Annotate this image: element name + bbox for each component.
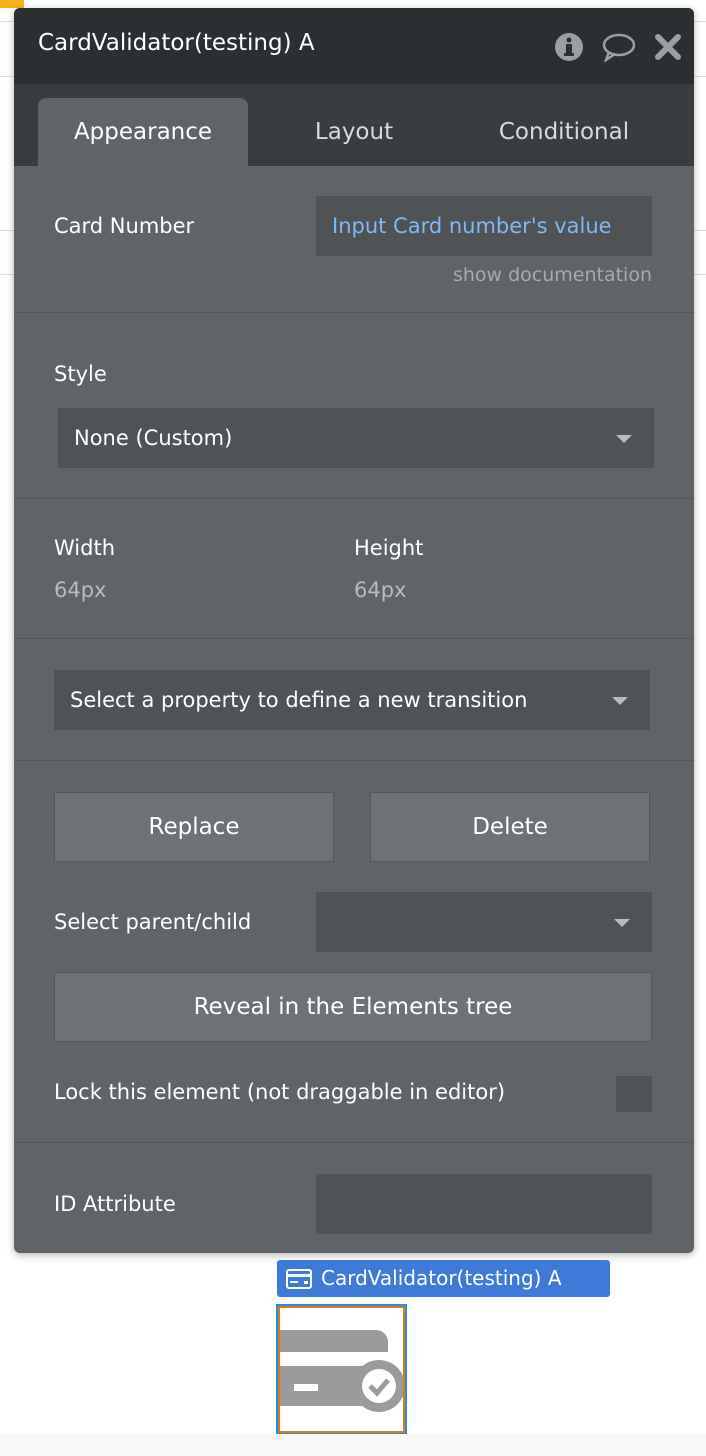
replace-button[interactable]: Replace — [54, 792, 334, 862]
divider — [14, 498, 694, 499]
style-dropdown[interactable]: None (Custom) — [58, 408, 654, 468]
canvas-footer — [0, 1434, 706, 1456]
card-validator-element[interactable] — [276, 1304, 407, 1435]
transition-placeholder: Select a property to define a new transi… — [70, 688, 528, 712]
card-number-label: Card Number — [54, 214, 195, 238]
style-value: None (Custom) — [74, 426, 233, 450]
lock-checkbox[interactable] — [616, 1076, 652, 1112]
transition-dropdown[interactable]: Select a property to define a new transi… — [54, 670, 650, 730]
info-icon[interactable] — [554, 32, 584, 62]
chevron-down-icon — [616, 435, 632, 443]
height-value: 64px — [354, 578, 407, 602]
tab-appearance[interactable]: Appearance — [38, 98, 248, 166]
parent-child-label: Select parent/child — [54, 910, 252, 934]
chevron-down-icon — [614, 919, 630, 927]
tab-layout[interactable]: Layout — [264, 98, 444, 166]
style-label: Style — [54, 362, 107, 386]
divider — [14, 760, 694, 761]
id-attribute-label: ID Attribute — [54, 1192, 176, 1216]
chevron-down-icon — [612, 697, 628, 705]
comment-icon[interactable] — [600, 32, 636, 62]
panel-header[interactable]: CardValidator(testing) A — [14, 8, 694, 84]
tab-conditional[interactable]: Conditional — [464, 98, 664, 166]
element-name-text: CardValidator(testing) A — [321, 1266, 562, 1290]
width-label: Width — [54, 536, 116, 560]
credit-card-check-icon — [280, 1330, 403, 1431]
delete-button[interactable]: Delete — [370, 792, 650, 862]
parent-child-dropdown[interactable] — [316, 892, 652, 952]
divider — [14, 1142, 694, 1143]
reveal-in-elements-tree-button[interactable]: Reveal in the Elements tree — [54, 972, 652, 1042]
height-label: Height — [354, 536, 424, 560]
card-number-input[interactable]: Input Card number's value — [316, 196, 652, 256]
close-icon[interactable] — [654, 32, 682, 62]
divider — [14, 312, 694, 313]
panel-title: CardValidator(testing) A — [38, 30, 315, 56]
divider — [14, 638, 694, 639]
width-value: 64px — [54, 578, 107, 602]
issues-badge[interactable] — [0, 0, 24, 8]
credit-card-icon — [286, 1269, 312, 1289]
lock-label: Lock this element (not draggable in edit… — [54, 1080, 506, 1104]
property-editor-panel: CardValidator(testing) A Appearance Layo… — [14, 8, 694, 1253]
tab-bar: Appearance Layout Conditional — [14, 84, 694, 166]
element-name-label[interactable]: CardValidator(testing) A — [277, 1260, 610, 1297]
show-documentation-link[interactable]: show documentation — [453, 264, 652, 286]
id-attribute-input[interactable] — [316, 1174, 652, 1234]
